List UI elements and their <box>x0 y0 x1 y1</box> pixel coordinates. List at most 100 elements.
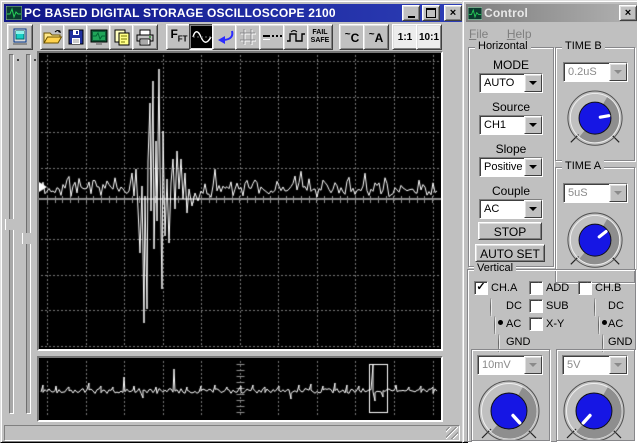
source-select[interactable]: CH1 <box>479 115 543 135</box>
time-a-value: 5uS <box>568 187 588 199</box>
mode-select[interactable]: AUTO <box>479 73 543 93</box>
save-floppy-icon <box>68 29 84 45</box>
ch-a-dc-radio[interactable] <box>490 298 492 317</box>
open-folder-icon <box>43 30 63 44</box>
xy-checkbox[interactable]: ✓ <box>529 317 543 331</box>
dotted-line-icon <box>263 35 282 40</box>
stop-button-label: STOP <box>493 225 527 239</box>
ch-b-gain-knob[interactable] <box>561 378 627 440</box>
ch-a-volts-dropdown-arrow <box>524 356 542 374</box>
vertical-group: Vertical ✓ CH.A ✓ ADD ✓ CH.B DC ✓ SUB DC… <box>467 262 636 442</box>
scope-screen-icon <box>90 29 108 45</box>
source-label: Source <box>491 100 531 114</box>
couple-value: AC <box>484 203 500 215</box>
stop-button[interactable]: STOP <box>478 222 542 240</box>
overview-display[interactable] <box>37 356 443 422</box>
status-bar <box>4 425 460 441</box>
menu-help[interactable]: Help <box>507 27 532 41</box>
ch-a-gain-knob[interactable] <box>476 378 542 440</box>
slope-value: Positive <box>484 161 523 173</box>
ch-b-dc-label: DC <box>608 300 624 312</box>
couple-select[interactable]: AC <box>479 199 543 219</box>
add-checkbox[interactable]: ✓ <box>529 281 543 295</box>
ch-a-ac-label: AC <box>506 318 522 330</box>
maximize-icon <box>426 8 436 18</box>
control-menubar: File Help <box>469 25 629 41</box>
probe-1-1-button[interactable]: 1:1 <box>392 24 418 50</box>
ac-cal-c-icon: ~C <box>344 29 360 45</box>
calibrate-a-button[interactable]: ~A <box>363 24 389 50</box>
fft-icon: FFT <box>170 27 188 44</box>
xy-checkbox-label: X-Y <box>546 318 565 330</box>
ch-b-ac-radio[interactable] <box>598 316 600 335</box>
ch-a-gnd-label: GND <box>506 336 531 348</box>
vertical-group-title: Vertical <box>474 262 517 274</box>
fail-safe-button[interactable]: FAIL SAFE <box>307 24 333 50</box>
printer-icon <box>136 29 154 45</box>
ch-b-checkbox-label: CH.B <box>595 282 622 294</box>
copy-pages-icon <box>114 29 130 45</box>
pulse-mode-button[interactable] <box>283 24 309 50</box>
menu-file-rest: ile <box>476 27 489 41</box>
calibrate-c-button[interactable]: ~C <box>339 24 365 50</box>
probe-1-1-label: 1:1 <box>397 31 413 43</box>
add-checkbox-label: ADD <box>546 282 570 294</box>
ch-b-dc-radio[interactable] <box>594 298 596 317</box>
position-slider-track-a[interactable] <box>9 54 14 414</box>
time-b-knob[interactable] <box>565 88 625 156</box>
auto-set-button[interactable]: AUTO SET <box>475 244 545 262</box>
dotted-trace-button[interactable] <box>259 24 285 50</box>
source-dropdown-arrow <box>524 116 542 134</box>
horizontal-group: Horizontal MODE AUTO Source CH1 Slope Po… <box>468 40 554 267</box>
slope-dropdown-arrow <box>524 158 542 176</box>
main-titlebar[interactable]: PC BASED DIGITAL STORAGE OSCILLOSCOPE 21… <box>4 4 464 22</box>
time-a-dropdown-arrow <box>609 184 627 202</box>
time-b-dropdown-arrow <box>609 63 627 81</box>
position-slider-thumb-a[interactable] <box>5 219 19 230</box>
position-slider-thumb-b[interactable] <box>22 233 36 244</box>
mode-dropdown-arrow <box>524 74 542 92</box>
ch-a-ac-radio[interactable] <box>494 316 496 335</box>
sub-checkbox[interactable]: ✓ <box>529 299 543 313</box>
exit-icon <box>13 28 27 45</box>
ch-a-checkbox[interactable]: ✓ <box>474 281 488 295</box>
menu-file[interactable]: File <box>469 27 488 41</box>
ch-b-volts-value: 5V <box>567 359 581 371</box>
ch-b-checkbox[interactable]: ✓ <box>578 281 592 295</box>
app-icon <box>6 6 22 20</box>
control-window: Control × File Help Horizontal MODE AUTO… <box>462 0 637 443</box>
ch-a-dc-label: DC <box>506 300 522 312</box>
fail-safe-icon: FAIL SAFE <box>310 29 330 44</box>
overview-canvas <box>39 358 441 420</box>
ac-cal-a-icon: ~A <box>368 29 384 45</box>
grid-icon <box>240 29 256 45</box>
control-close-button[interactable]: × <box>619 5 637 21</box>
maximize-button[interactable] <box>422 5 440 21</box>
exit-button[interactable] <box>7 24 33 50</box>
time-b-select[interactable]: 0.2uS <box>563 62 628 82</box>
ch-a-volts-value: 10mV <box>482 359 511 371</box>
probe-10-1-button[interactable]: 10:1 <box>416 24 442 50</box>
source-value: CH1 <box>484 119 507 131</box>
ch-b-ac-label: AC <box>608 318 624 330</box>
time-a-group-title: TIME A <box>562 160 605 172</box>
slider-tick <box>17 59 19 61</box>
control-window-title: Control <box>484 6 529 20</box>
ch-a-checkbox-label: CH.A <box>491 282 518 294</box>
main-window: PC BASED DIGITAL STORAGE OSCILLOSCOPE 21… <box>0 0 464 443</box>
time-a-knob[interactable] <box>565 210 625 278</box>
ch-a-volts-select[interactable]: 10mV <box>477 355 543 375</box>
square-wave-icon <box>287 30 305 42</box>
resize-grip[interactable] <box>446 427 458 439</box>
grid-toggle-button[interactable] <box>235 24 261 50</box>
slope-select[interactable]: Positive <box>479 157 543 177</box>
minimize-icon <box>407 15 415 18</box>
close-button[interactable]: × <box>444 5 462 21</box>
mode-label: MODE <box>493 58 529 72</box>
print-button[interactable] <box>132 24 158 50</box>
control-titlebar[interactable]: Control × <box>466 4 637 22</box>
couple-dropdown-arrow <box>524 200 542 218</box>
ch-b-volts-select[interactable]: 5V <box>562 355 628 375</box>
minimize-button[interactable] <box>402 5 420 21</box>
time-a-select[interactable]: 5uS <box>563 183 628 203</box>
